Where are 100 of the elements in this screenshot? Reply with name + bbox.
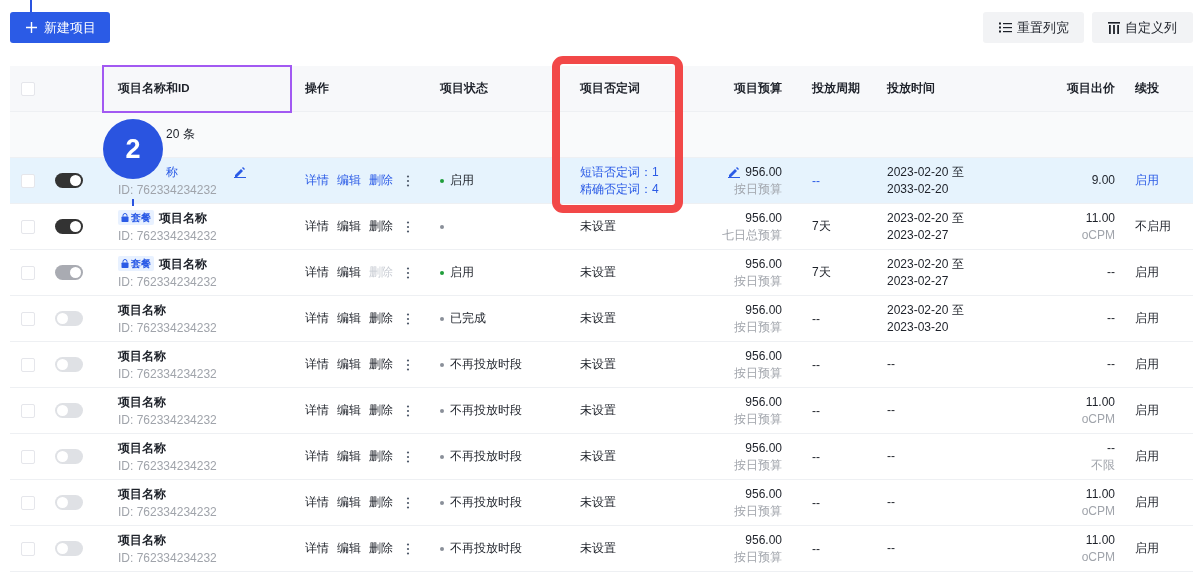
negative-words-text: 未设置 [580,264,616,281]
negative-words-link[interactable]: 精确否定词：4 [580,180,659,198]
renew-status[interactable]: 启用 [1135,172,1159,189]
budget-amount: 956.00 [745,301,782,319]
renew-status: 启用 [1135,448,1159,465]
action-link[interactable]: 删除 [369,218,393,235]
new-project-button[interactable]: 新建项目 [10,12,110,43]
bid-type: oCPM [1081,410,1115,428]
columns-icon [1108,21,1120,34]
custom-columns-button[interactable]: 自定义列 [1092,12,1193,43]
project-id: ID: 762334234232 [118,181,217,199]
action-link[interactable]: 详情 [305,172,329,189]
action-link[interactable]: 详情 [305,494,329,511]
project-id: ID: 762334234232 [118,227,217,245]
edit-icon[interactable] [728,166,741,178]
action-link[interactable]: 删除 [369,402,393,419]
action-link[interactable]: 编辑 [337,172,361,189]
toggle-switch[interactable] [55,173,83,188]
checkbox[interactable] [20,541,35,556]
negative-words-text: 未设置 [580,218,616,235]
renew-status: 启用 [1135,402,1159,419]
action-link[interactable]: 删除 [369,494,393,511]
bid-type: 不限 [1091,456,1115,474]
action-link[interactable]: 详情 [305,402,329,419]
edit-icon[interactable] [234,165,246,178]
project-name[interactable]: 项目名称 [118,346,166,365]
column-header: 项目名称和ID [118,81,190,96]
action-link[interactable]: 详情 [305,218,329,235]
project-name[interactable]: 项目名称 [118,392,166,411]
more-icon[interactable] [406,220,410,233]
action-link[interactable]: 详情 [305,540,329,557]
project-name[interactable]: 项目名称 [118,484,166,503]
negative-words-text: 未设置 [580,448,616,465]
action-link[interactable]: 编辑 [337,264,361,281]
more-icon[interactable] [406,404,410,417]
budget-amount: 956.00 [745,393,782,411]
toggle-switch[interactable] [55,403,83,418]
more-icon[interactable] [406,174,410,187]
budget-amount: 956.00 [745,485,782,503]
project-name[interactable]: 称 [166,162,178,181]
action-link[interactable]: 删除 [369,448,393,465]
checkbox[interactable] [20,311,35,326]
action-link[interactable]: 编辑 [337,402,361,419]
more-icon[interactable] [406,542,410,555]
project-name[interactable]: 项目名称 [118,300,166,319]
action-link[interactable]: 删除 [369,310,393,327]
toggle-switch[interactable] [55,219,83,234]
action-link[interactable]: 删除 [369,540,393,557]
action-link[interactable]: 编辑 [337,356,361,373]
checkbox[interactable] [20,265,35,280]
checkbox[interactable] [20,219,35,234]
toggle-switch[interactable] [55,495,83,510]
delivery-period: 7天 [812,264,831,281]
project-id: ID: 762334234232 [118,457,217,475]
checkbox[interactable] [20,495,35,510]
more-icon[interactable] [406,496,410,509]
bid-price: -- [1107,356,1115,373]
action-link[interactable]: 编辑 [337,310,361,327]
budget-type: 按日预算 [734,180,782,198]
more-icon[interactable] [406,312,410,325]
action-link[interactable]: 详情 [305,264,329,281]
delivery-time: -- [887,356,895,373]
checkbox[interactable] [20,173,35,188]
toggle-switch[interactable] [55,357,83,372]
more-icon[interactable] [406,450,410,463]
negative-words-link[interactable]: 短语否定词：1 [580,163,659,181]
delivery-time: 2023-02-20 至 [887,301,964,319]
toggle-switch[interactable] [55,311,83,326]
action-link[interactable]: 编辑 [337,448,361,465]
toggle-switch[interactable] [55,541,83,556]
more-icon[interactable] [406,266,410,279]
table-row[interactable]: 称 ID: 762334234232 详情 编辑 删除 启用 短语否定词：1 精确否定词：4 956.00 按日预算 -- 2023-02-20 至 2033-02-20 9.00 启用 [10,158,1193,204]
renew-status: 启用 [1135,310,1159,327]
project-id: ID: 762334234232 [118,319,217,337]
reset-width-button[interactable]: 重置列宽 [983,12,1084,43]
checkbox[interactable] [20,449,35,464]
action-link[interactable]: 编辑 [337,218,361,235]
project-name[interactable]: 项目名称 [118,438,166,457]
budget-amount: 956.00 [745,347,782,365]
delivery-time: 2023-02-20 至 [887,209,964,227]
action-link[interactable]: 详情 [305,448,329,465]
action-link[interactable]: 删除 [369,356,393,373]
lock-icon [121,259,129,268]
action-link[interactable]: 编辑 [337,540,361,557]
project-name[interactable]: 项目名称 [159,254,207,273]
bid-price: 11.00 [1085,531,1115,549]
action-link[interactable]: 详情 [305,310,329,327]
checkbox[interactable] [20,403,35,418]
column-header: 项目状态 [440,81,488,96]
toggle-switch[interactable] [55,449,83,464]
project-name[interactable]: 项目名称 [118,530,166,549]
action-link[interactable]: 编辑 [337,494,361,511]
project-name[interactable]: 项目名称 [159,208,207,227]
action-link[interactable]: 删除 [369,172,393,189]
checkbox[interactable] [20,357,35,372]
budget-type: 按日预算 [734,548,782,566]
more-icon[interactable] [406,358,410,371]
list-icon [998,22,1012,33]
action-link[interactable]: 详情 [305,356,329,373]
checkbox[interactable] [20,81,35,96]
